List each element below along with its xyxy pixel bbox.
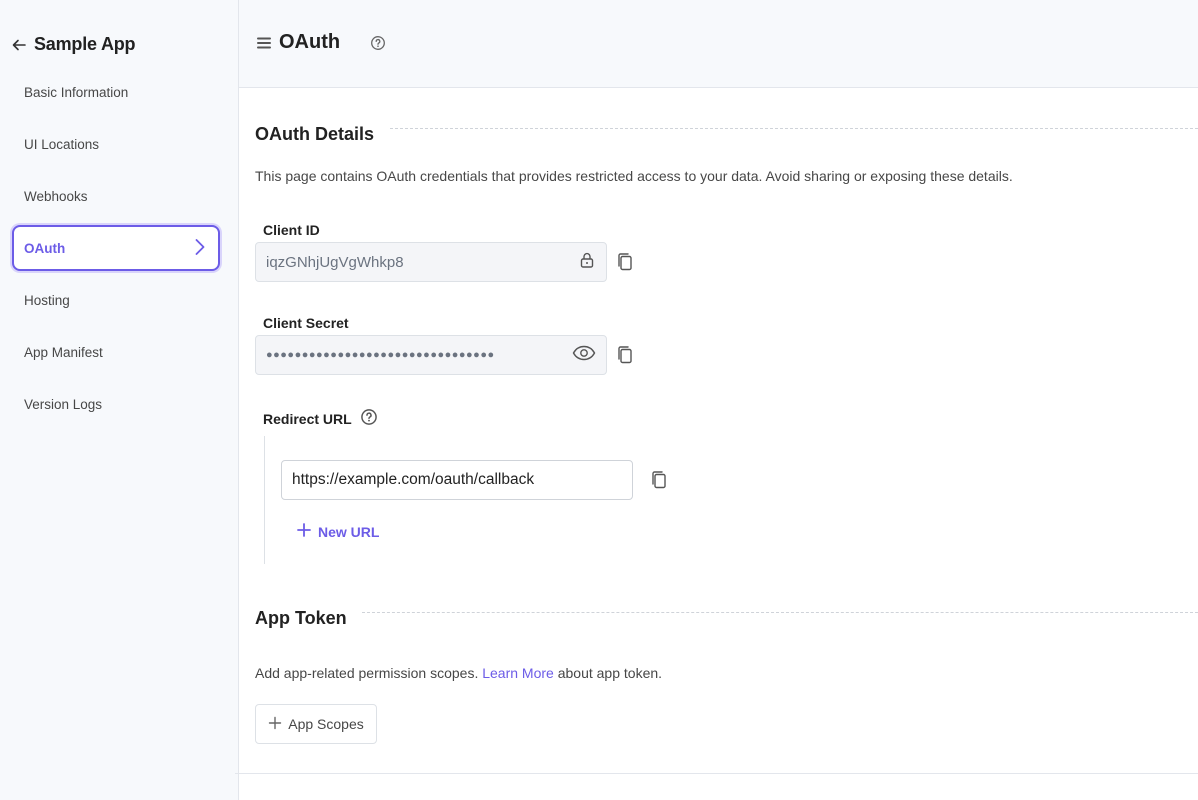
client-id-field: iqzGNhjUgVgWhkp8: [255, 242, 607, 282]
sidebar-item-ui-locations[interactable]: UI Locations: [12, 121, 220, 167]
hamburger-icon[interactable]: [257, 36, 271, 55]
client-id-label: Client ID: [263, 222, 320, 238]
sidebar-item-basic-information[interactable]: Basic Information: [12, 69, 220, 115]
page-header: OAuth: [239, 0, 1198, 88]
sidebar-item-app-manifest[interactable]: App Manifest: [12, 329, 220, 375]
footer-divider: [235, 773, 1198, 774]
sidebar-item-version-logs[interactable]: Version Logs: [12, 381, 220, 427]
client-id-value: iqzGNhjUgVgWhkp8: [266, 253, 404, 271]
plus-icon: [268, 716, 282, 733]
sidebar: Sample App Basic Information UI Location…: [0, 0, 239, 800]
learn-more-link[interactable]: Learn More: [482, 665, 554, 681]
sidebar-item-oauth[interactable]: OAuth: [12, 225, 220, 271]
new-url-label: New URL: [318, 523, 380, 540]
plus-icon: [296, 522, 312, 541]
sidebar-item-label: UI Locations: [24, 136, 100, 152]
back-arrow-icon[interactable]: [12, 35, 28, 55]
app-title: Sample App: [34, 34, 136, 54]
sidebar-item-label: OAuth: [24, 240, 66, 256]
app-token-description-pre: Add app-related permission scopes.: [255, 665, 479, 681]
app-token-description-post: about app token.: [557, 665, 663, 681]
redirect-url-group-rail: [264, 436, 265, 564]
app-scopes-label: App Scopes: [288, 716, 364, 732]
section-divider: [390, 128, 1198, 129]
eye-icon[interactable]: [572, 345, 596, 365]
help-icon[interactable]: [360, 408, 378, 429]
app-scopes-button[interactable]: App Scopes: [255, 704, 377, 744]
sidebar-item-hosting[interactable]: Hosting: [12, 277, 220, 323]
sidebar-item-label: Basic Information: [24, 84, 129, 100]
new-url-button[interactable]: New URL: [296, 522, 379, 541]
sidebar-item-label: Webhooks: [24, 188, 88, 204]
redirect-url-label: Redirect URL: [263, 410, 352, 427]
copy-redirect-url-icon[interactable]: [650, 470, 668, 490]
sidebar-item-webhooks[interactable]: Webhooks: [12, 173, 220, 219]
help-icon[interactable]: [370, 35, 386, 56]
app-token-description: Add app-related permission scopes. Learn…: [255, 665, 662, 681]
lock-icon: [578, 251, 596, 273]
redirect-url-input[interactable]: https://example.com/oauth/callback: [281, 460, 633, 500]
app-header: Sample App: [12, 34, 136, 55]
page-title: OAuth: [279, 31, 341, 53]
copy-client-id-icon[interactable]: [616, 252, 634, 272]
section-divider: [362, 612, 1198, 613]
redirect-url-label-row: Redirect URL: [263, 408, 378, 429]
client-secret-mask: ●●●●●●●●●●●●●●●●●●●●●●●●●●●●●●●●: [266, 349, 495, 361]
sidebar-item-label: App Manifest: [24, 344, 103, 360]
oauth-details-title: OAuth Details: [255, 124, 375, 144]
sidebar-item-label: Version Logs: [24, 396, 103, 412]
client-secret-label: Client Secret: [263, 315, 349, 331]
sidebar-item-label: Hosting: [24, 292, 70, 308]
oauth-description: This page contains OAuth credentials tha…: [255, 168, 1013, 184]
copy-client-secret-icon[interactable]: [616, 345, 634, 365]
chevron-right-icon: [194, 238, 206, 259]
app-token-title: App Token: [255, 608, 347, 628]
client-secret-field: ●●●●●●●●●●●●●●●●●●●●●●●●●●●●●●●●: [255, 335, 607, 375]
redirect-url-value: https://example.com/oauth/callback: [292, 471, 535, 488]
